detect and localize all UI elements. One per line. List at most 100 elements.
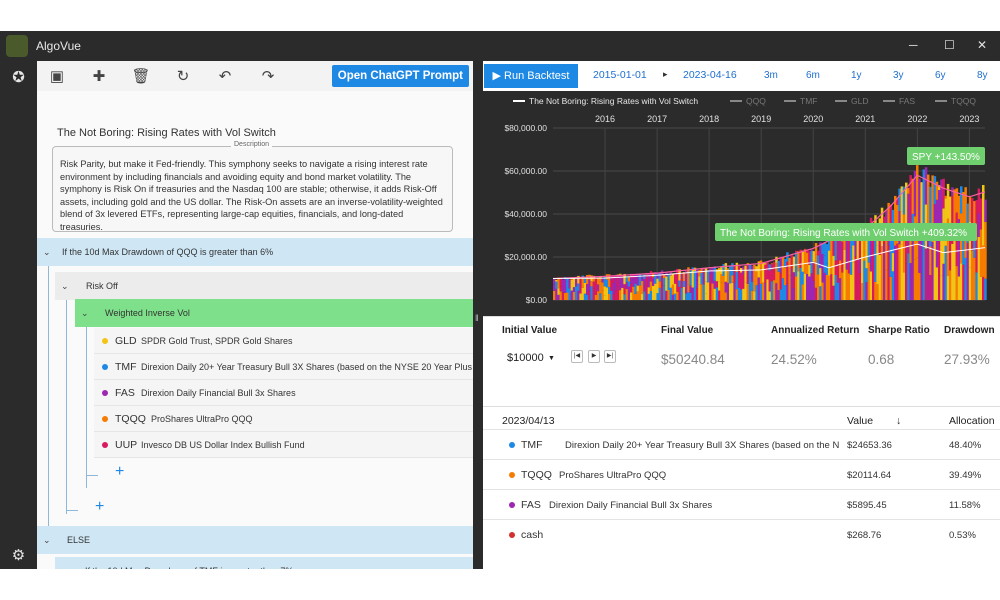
allocation-bar <box>751 281 754 291</box>
table-row[interactable]: FAS Direxion Daily Financial Bull 3x Sha… <box>483 489 1000 519</box>
settings-icon[interactable]: ⚙ <box>9 546 28 565</box>
weighted-inverse-vol-group[interactable]: ⌄ Weighted Inverse Vol <box>75 299 473 327</box>
allocation-bar <box>579 281 582 294</box>
maximize-icon[interactable]: ☐ <box>944 38 955 52</box>
asset-uup[interactable]: UUP Invesco DB US Dollar Index Bullish F… <box>94 432 473 458</box>
add-asset-plus-icon[interactable]: + <box>115 463 124 481</box>
refresh-icon[interactable]: ↻ <box>173 67 193 85</box>
undo-icon[interactable]: ↶ <box>215 67 235 85</box>
sidebar: ✪ ⚙ <box>0 61 37 569</box>
allocation-bar <box>597 277 600 285</box>
stats-panel: Initial Value Final Value Annualized Ret… <box>483 316 1000 406</box>
allocation-bar <box>722 275 725 284</box>
y-tick-label: $0.00 <box>526 295 548 305</box>
save-icon[interactable]: ▣ <box>47 67 67 85</box>
allocation-bar <box>601 290 604 300</box>
allocation-bar <box>570 290 574 300</box>
add-block-plus-icon[interactable]: + <box>95 498 104 516</box>
redo-icon[interactable]: ↷ <box>258 67 278 85</box>
range-8y[interactable]: 8y <box>977 70 988 81</box>
allocation-bar <box>819 286 822 300</box>
allocation-bar <box>819 268 822 287</box>
range-3m[interactable]: 3m <box>764 70 778 81</box>
allocation-bar <box>843 263 846 300</box>
allocation-bar <box>861 252 864 284</box>
run-backtest-button[interactable]: ▶ Run Backtest <box>484 64 578 88</box>
allocation-bar <box>671 273 675 285</box>
allocation-bar <box>883 278 886 300</box>
allocation-bar <box>863 260 866 300</box>
else-block[interactable]: ⌄ ELSE <box>37 526 473 554</box>
chevron-down-icon[interactable]: ⌄ <box>61 272 69 300</box>
chevron-down-icon[interactable]: ⌄ <box>43 238 51 266</box>
allocation-header[interactable]: Allocation <box>949 415 995 427</box>
end-date-input[interactable]: 2023-04-16 <box>683 69 737 81</box>
asset-tmf[interactable]: TMF Direxion Daily 20+ Year Treasury Bul… <box>94 354 473 380</box>
panel-splitter[interactable]: ‖ <box>473 61 483 569</box>
if-condition-qqq[interactable]: ⌄ If the 10d Max Drawdown of QQQ is grea… <box>37 238 473 266</box>
skip-back-icon[interactable]: |◀ <box>571 350 583 363</box>
app-title: AlgoVue <box>36 39 81 53</box>
allocation-bar <box>836 257 840 283</box>
asset-gld[interactable]: GLD SPDR Gold Trust, SPDR Gold Shares <box>94 328 473 354</box>
value-header[interactable]: Value <box>847 415 873 427</box>
asset-fas[interactable]: FAS Direxion Daily Financial Bull 3x Sha… <box>94 380 473 406</box>
range-3y[interactable]: 3y <box>893 70 904 81</box>
allocation-bar <box>757 277 761 300</box>
allocation-bar <box>603 295 607 300</box>
play-icon[interactable]: ▶ <box>588 350 600 363</box>
start-date-input[interactable]: 2015-01-01 <box>593 69 647 81</box>
initial-value-select[interactable]: $10000 <box>507 352 544 364</box>
allocation-bar <box>601 278 604 283</box>
allocation-bar <box>887 245 890 300</box>
chevron-down-icon[interactable]: ⌄ <box>61 557 69 569</box>
table-row[interactable]: TMF Direxion Daily 20+ Year Treasury Bul… <box>483 429 1000 459</box>
allocation-bar <box>977 213 981 237</box>
open-chatgpt-prompt-button[interactable]: Open ChatGPT Prompt <box>331 65 469 87</box>
sort-arrow-icon[interactable]: ↓ <box>896 415 901 427</box>
allocation-bar <box>883 243 886 279</box>
performance-chart[interactable]: $80,000.00 $60,000.00 $40,000.00 $20,000.00… <box>483 91 1000 316</box>
allocation-bar <box>751 265 754 282</box>
allocation-bar <box>685 281 688 294</box>
allocation-bar <box>568 279 571 289</box>
allocation-bar <box>759 283 763 300</box>
allocation-bar <box>823 255 827 273</box>
asset-tqqq[interactable]: TQQQ ProShares UltraPro QQQ <box>94 406 473 432</box>
allocation-bar <box>634 273 637 284</box>
allocation-bar <box>935 267 939 300</box>
table-row[interactable]: cash $268.76 0.53% <box>483 519 1000 549</box>
allocation-bar <box>663 278 666 286</box>
allocation-bar <box>603 286 607 296</box>
allocation-bar <box>874 281 877 300</box>
delete-icon[interactable]: 🗑 <box>131 67 151 85</box>
range-1y[interactable]: 1y <box>851 70 862 81</box>
symphony-title[interactable]: The Not Boring: Rising Rates with Vol Sw… <box>57 127 276 139</box>
if-condition-tmf[interactable]: ⌄ If the 10d Max Drawdown of TMF is grea… <box>55 557 473 569</box>
compass-icon[interactable]: ✪ <box>9 68 28 87</box>
allocation-bar <box>858 259 862 274</box>
minimize-icon[interactable]: ─ <box>909 38 918 52</box>
range-6m[interactable]: 6m <box>806 70 820 81</box>
allocation-bar <box>801 250 805 272</box>
allocation-bar <box>704 293 708 300</box>
allocation-bar <box>737 287 741 300</box>
allocation-bar <box>726 290 730 300</box>
drawdown: 27.93% <box>944 352 990 367</box>
chevron-down-icon[interactable]: ⌄ <box>43 526 51 554</box>
range-6y[interactable]: 6y <box>935 70 946 81</box>
allocation-bar <box>570 279 574 291</box>
allocation-bar <box>665 276 668 291</box>
table-row[interactable]: TQQQ ProShares UltraPro QQQ $20114.64 39… <box>483 459 1000 489</box>
allocation-bar <box>594 278 598 287</box>
description-field[interactable]: Description Risk Parity, but make it Fed… <box>52 141 453 232</box>
color-dot <box>102 390 108 396</box>
close-icon[interactable]: ✕ <box>977 38 987 52</box>
chevron-down-icon[interactable]: ⌄ <box>81 299 89 327</box>
skip-forward-icon[interactable]: ▶| <box>604 350 616 363</box>
allocation-bar <box>605 274 609 280</box>
new-file-icon[interactable]: ✚ <box>89 67 109 85</box>
risk-off-group[interactable]: ⌄ Risk Off <box>55 272 473 300</box>
chevron-down-icon[interactable]: ▼ <box>548 355 555 362</box>
allocation-bar <box>953 236 956 300</box>
